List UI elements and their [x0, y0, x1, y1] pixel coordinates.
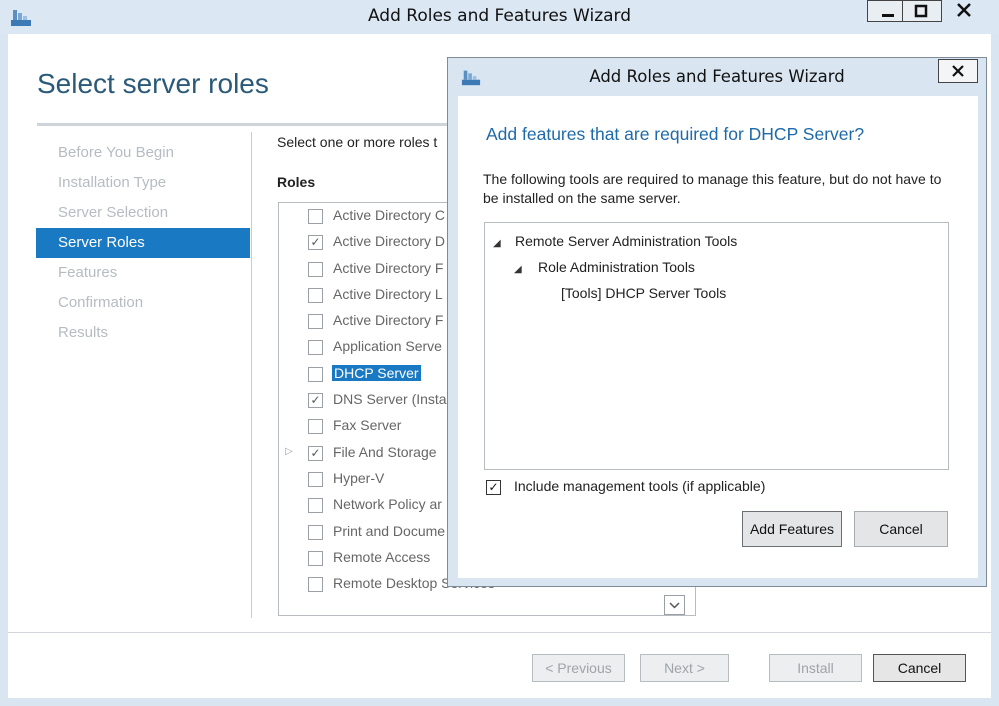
step-server-roles[interactable]: Server Roles	[36, 228, 250, 258]
tree-node-rsat[interactable]: Remote Server Administration Tools	[515, 233, 737, 249]
expander-arrow-icon[interactable]: ◢	[493, 238, 501, 249]
wizard-steps-nav: Before You Begin Installation Type Serve…	[36, 138, 250, 348]
role-checkbox[interactable]	[308, 498, 323, 514]
include-management-tools-checkbox[interactable]: ✓	[486, 480, 501, 495]
role-label: Print and Docume	[333, 522, 446, 539]
dialog-body: Add features that are required for DHCP …	[458, 96, 978, 578]
include-management-tools-label: Include management tools (if applicable)	[514, 478, 766, 494]
checkbox-check-icon: ✓	[488, 480, 499, 494]
role-label: Active Directory F	[333, 259, 444, 276]
role-label: Active Directory D	[333, 233, 446, 250]
dialog-description: The following tools are required to mana…	[483, 171, 942, 206]
expander-arrow-icon[interactable]: ◢	[514, 264, 522, 275]
page-title: Select server roles	[37, 68, 269, 99]
dialog-cancel-button[interactable]: Cancel	[854, 511, 948, 547]
checkbox-check-icon: ✓	[310, 445, 321, 460]
checkbox-check-icon: ✓	[310, 235, 321, 250]
step-installation-type[interactable]: Installation Type	[36, 168, 250, 198]
minimize-button[interactable]	[867, 0, 907, 22]
role-checkbox[interactable]	[308, 366, 323, 382]
window-title: Add Roles and Features Wizard	[367, 6, 632, 26]
role-checkbox[interactable]	[308, 471, 323, 487]
role-checkbox[interactable]	[308, 314, 323, 330]
install-button[interactable]: Install	[769, 654, 862, 682]
role-checkbox[interactable]	[308, 419, 323, 435]
tree-node-dhcp-server-tools[interactable]: [Tools] DHCP Server Tools	[561, 285, 726, 301]
step-results[interactable]: Results	[36, 318, 250, 348]
add-features-dialog: Add Roles and Features Wizard Add featur…	[447, 57, 987, 587]
role-label: Active Directory C	[333, 207, 446, 223]
steps-divider	[251, 132, 252, 618]
expander-arrow-icon[interactable]: ▷	[285, 446, 293, 457]
role-checkbox[interactable]	[308, 550, 323, 566]
dialog-close-button[interactable]	[938, 59, 978, 83]
roles-instruction: Select one or more roles t	[277, 134, 438, 150]
role-checkbox[interactable]	[308, 340, 323, 356]
checkbox-check-icon: ✓	[310, 393, 321, 408]
role-label: Network Policy ar	[333, 496, 442, 513]
role-checkbox[interactable]	[308, 209, 323, 224]
footer-divider	[8, 632, 991, 633]
role-label: Hyper-V	[333, 469, 385, 486]
role-label: Fax Server	[333, 417, 402, 434]
role-label: DHCP Server	[332, 364, 421, 381]
step-before-you-begin[interactable]: Before You Begin	[36, 138, 250, 168]
step-confirmation[interactable]: Confirmation	[36, 288, 250, 318]
previous-button[interactable]: < Previous	[532, 654, 625, 682]
role-label: Application Serve	[333, 338, 442, 355]
close-icon	[957, 3, 971, 17]
role-checkbox[interactable]	[308, 261, 323, 277]
step-features[interactable]: Features	[36, 258, 250, 288]
dialog-heading: Add features that are required for DHCP …	[486, 124, 865, 144]
roles-label: Roles	[277, 174, 316, 190]
cancel-button[interactable]: Cancel	[873, 654, 966, 682]
role-checkbox[interactable]: ✓	[308, 235, 323, 251]
dialog-title: Add Roles and Features Wizard	[589, 67, 845, 86]
next-button[interactable]: Next >	[640, 654, 729, 682]
role-label: Active Directory L	[333, 285, 443, 302]
close-icon	[952, 65, 964, 77]
maximize-button[interactable]	[902, 0, 942, 22]
role-label: Active Directory F	[333, 312, 444, 329]
tree-node-role-admin-tools[interactable]: Role Administration Tools	[538, 259, 695, 275]
role-checkbox[interactable]	[308, 524, 323, 540]
step-server-selection[interactable]: Server Selection	[36, 198, 250, 228]
role-label: Remote Access	[333, 548, 431, 565]
title-divider	[37, 123, 467, 126]
roles-scroll-down-button[interactable]	[664, 595, 685, 615]
required-features-tree[interactable]: ◢ Remote Server Administration Tools ◢ R…	[484, 222, 949, 470]
role-checkbox[interactable]: ✓	[308, 445, 323, 461]
role-checkbox[interactable]: ✓	[308, 393, 323, 409]
role-label: File And Storage	[333, 443, 437, 460]
role-checkbox[interactable]	[308, 287, 323, 303]
role-label: DNS Server (Insta	[333, 391, 447, 408]
maximize-icon	[914, 4, 928, 18]
role-checkbox[interactable]	[308, 577, 323, 593]
close-button[interactable]	[938, 0, 990, 22]
title-bar[interactable]: Add Roles and Features Wizard	[0, 0, 999, 34]
scroll-down-icon	[669, 602, 680, 609]
add-features-button[interactable]: Add Features	[742, 511, 842, 547]
